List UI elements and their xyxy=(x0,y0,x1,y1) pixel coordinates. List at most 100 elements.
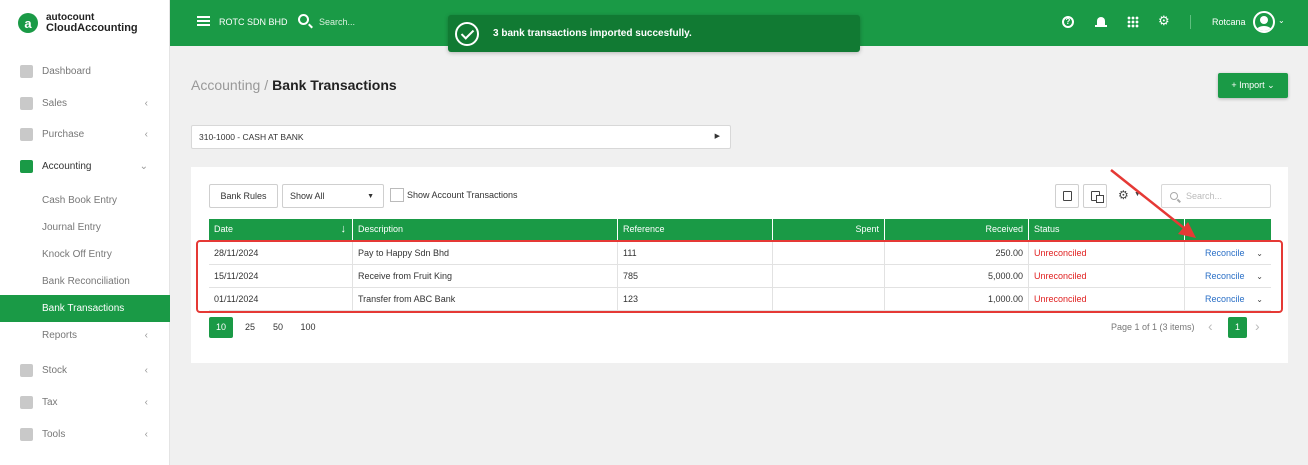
sidebar-item-dashboard[interactable]: Dashboard xyxy=(0,56,170,86)
sidebar-item-label: Accounting xyxy=(42,160,92,172)
page-title: Bank Transactions xyxy=(272,77,397,93)
user-name[interactable]: Rotcana xyxy=(1212,17,1246,27)
import-button[interactable]: + Import ⌄ xyxy=(1218,73,1288,98)
caret-down-icon[interactable]: ▼ xyxy=(1134,191,1141,198)
filter-value: Show All xyxy=(290,191,325,201)
sidebar-item-sales[interactable]: Sales ‹ xyxy=(0,88,170,118)
menu-icon[interactable] xyxy=(197,16,210,26)
reconcile-button[interactable]: Reconcile xyxy=(1205,271,1245,281)
table-row[interactable]: 28/11/2024 Pay to Happy Sdn Bhd 111 250.… xyxy=(209,242,1271,265)
sidebar-item-tools[interactable]: Tools ‹ xyxy=(0,419,170,449)
bank-account-select[interactable]: 310-1000 - CASH AT BANK ▶ xyxy=(191,125,731,149)
sidebar-item-bank-transactions[interactable]: Bank Transactions xyxy=(0,295,170,322)
page-number-1[interactable]: 1 xyxy=(1228,317,1247,338)
sidebar-item-label: Tax xyxy=(42,396,58,408)
success-toast[interactable]: 3 bank transactions imported succesfully… xyxy=(448,15,860,52)
global-search-input[interactable] xyxy=(319,14,439,30)
prev-page-icon[interactable]: ‹ xyxy=(1208,318,1213,334)
bank-account-value: 310-1000 - CASH AT BANK xyxy=(199,132,304,142)
show-account-transactions-checkbox[interactable] xyxy=(390,188,404,202)
reconcile-button[interactable]: Reconcile xyxy=(1205,248,1245,258)
column-header-status[interactable]: Status xyxy=(1029,219,1185,240)
chevron-left-icon: ‹ xyxy=(144,428,148,440)
search-icon[interactable] xyxy=(298,14,309,25)
export-button[interactable] xyxy=(1055,184,1079,208)
copy-button[interactable] xyxy=(1083,184,1107,208)
cell-reference: 111 xyxy=(618,242,773,265)
next-page-icon[interactable]: › xyxy=(1255,318,1260,334)
page-size-10[interactable]: 10 xyxy=(209,317,233,338)
cell-description: Receive from Fruit King xyxy=(353,265,618,288)
cell-reference: 123 xyxy=(618,288,773,311)
table-search-input[interactable] xyxy=(1186,189,1266,203)
chevron-down-icon[interactable]: ⌄ xyxy=(1278,16,1285,25)
sidebar-item-label: Sales xyxy=(42,97,68,109)
breadcrumb: Accounting / Bank Transactions xyxy=(191,77,397,93)
document-icon xyxy=(1063,191,1072,201)
column-header-reference[interactable]: Reference xyxy=(618,219,773,240)
column-header-description[interactable]: Description xyxy=(353,219,618,240)
sidebar-item-purchase[interactable]: Purchase ‹ xyxy=(0,119,170,149)
purchase-icon xyxy=(20,127,33,141)
avatar[interactable] xyxy=(1253,11,1275,33)
column-header-spent[interactable]: Spent xyxy=(773,219,885,240)
sort-down-icon[interactable]: ↓ xyxy=(341,219,347,240)
search-icon xyxy=(1170,192,1178,200)
cell-received: 5,000.00 xyxy=(885,265,1029,288)
sidebar-item-stock[interactable]: Stock ‹ xyxy=(0,355,170,385)
chevron-down-icon[interactable]: ⌄ xyxy=(1256,265,1263,288)
help-icon[interactable]: ? xyxy=(1062,16,1074,28)
bank-rules-button[interactable]: Bank Rules xyxy=(209,184,278,208)
sidebar-item-bank-reconciliation[interactable]: Bank Reconciliation xyxy=(0,268,170,295)
cell-spent xyxy=(773,288,885,311)
sidebar-item-accounting[interactable]: Accounting ⌄ xyxy=(0,151,170,181)
brand-bottom: CloudAccounting xyxy=(46,22,138,34)
cell-description: Pay to Happy Sdn Bhd xyxy=(353,242,618,265)
table-header: Date ↓ Description Reference Spent Recei… xyxy=(209,219,1271,240)
cell-actions: Reconcile ⌄ xyxy=(1185,288,1271,311)
page-info: Page 1 of 1 (3 items) xyxy=(1111,322,1195,332)
sidebar-item-reports[interactable]: Reports ‹ xyxy=(0,320,170,350)
page-size-25[interactable]: 25 xyxy=(238,317,262,338)
sidebar-item-label: Purchase xyxy=(42,128,85,140)
page-size-100[interactable]: 100 xyxy=(296,317,320,338)
cell-spent xyxy=(773,265,885,288)
accounting-icon xyxy=(20,159,33,173)
reconcile-button[interactable]: Reconcile xyxy=(1205,294,1245,304)
sidebar-item-journal-entry[interactable]: Journal Entry xyxy=(0,214,170,241)
page-size-50[interactable]: 50 xyxy=(266,317,290,338)
filter-select[interactable]: Show All ▼ xyxy=(282,184,384,208)
show-account-transactions-label[interactable]: Show Account Transactions xyxy=(407,190,518,200)
caret-right-icon: ▶ xyxy=(714,133,720,140)
sidebar: a autocount CloudAccounting Dashboard Sa… xyxy=(0,0,170,465)
chevron-down-icon[interactable]: ⌄ xyxy=(1256,288,1263,311)
company-name[interactable]: ROTC SDN BHD xyxy=(219,17,288,27)
chevron-down-icon[interactable]: ⌄ xyxy=(1256,242,1263,265)
status-badge: Unreconciled xyxy=(1029,265,1185,288)
gear-icon[interactable]: ⚙ xyxy=(1158,13,1170,28)
stock-icon xyxy=(20,363,33,377)
column-header-received[interactable]: Received xyxy=(885,219,1029,240)
apps-grid-icon[interactable] xyxy=(1127,16,1139,28)
tax-icon xyxy=(20,395,33,409)
breadcrumb-accounting[interactable]: Accounting xyxy=(191,77,260,93)
sidebar-item-label: Dashboard xyxy=(42,65,91,77)
sidebar-item-label: Reports xyxy=(42,329,78,341)
breadcrumb-separator: / xyxy=(264,77,269,93)
sidebar-item-cash-book-entry[interactable]: Cash Book Entry xyxy=(0,187,170,214)
table-row[interactable]: 01/11/2024 Transfer from ABC Bank 123 1,… xyxy=(209,288,1271,311)
bell-icon[interactable] xyxy=(1095,16,1107,28)
sidebar-item-tax[interactable]: Tax ‹ xyxy=(0,387,170,417)
table-search[interactable] xyxy=(1161,184,1271,208)
dashboard-icon xyxy=(20,64,33,78)
table-row[interactable]: 15/11/2024 Receive from Fruit King 785 5… xyxy=(209,265,1271,288)
sidebar-item-knock-off-entry[interactable]: Knock Off Entry xyxy=(0,241,170,268)
status-badge: Unreconciled xyxy=(1029,288,1185,311)
chevron-left-icon: ‹ xyxy=(144,128,148,140)
gear-icon[interactable]: ⚙ xyxy=(1118,188,1129,202)
cell-actions: Reconcile ⌄ xyxy=(1185,242,1271,265)
chevron-left-icon: ‹ xyxy=(144,97,148,109)
column-header-date[interactable]: Date ↓ xyxy=(209,219,353,240)
app-logo[interactable]: a autocount CloudAccounting xyxy=(0,0,169,46)
cell-date: 28/11/2024 xyxy=(209,242,353,265)
